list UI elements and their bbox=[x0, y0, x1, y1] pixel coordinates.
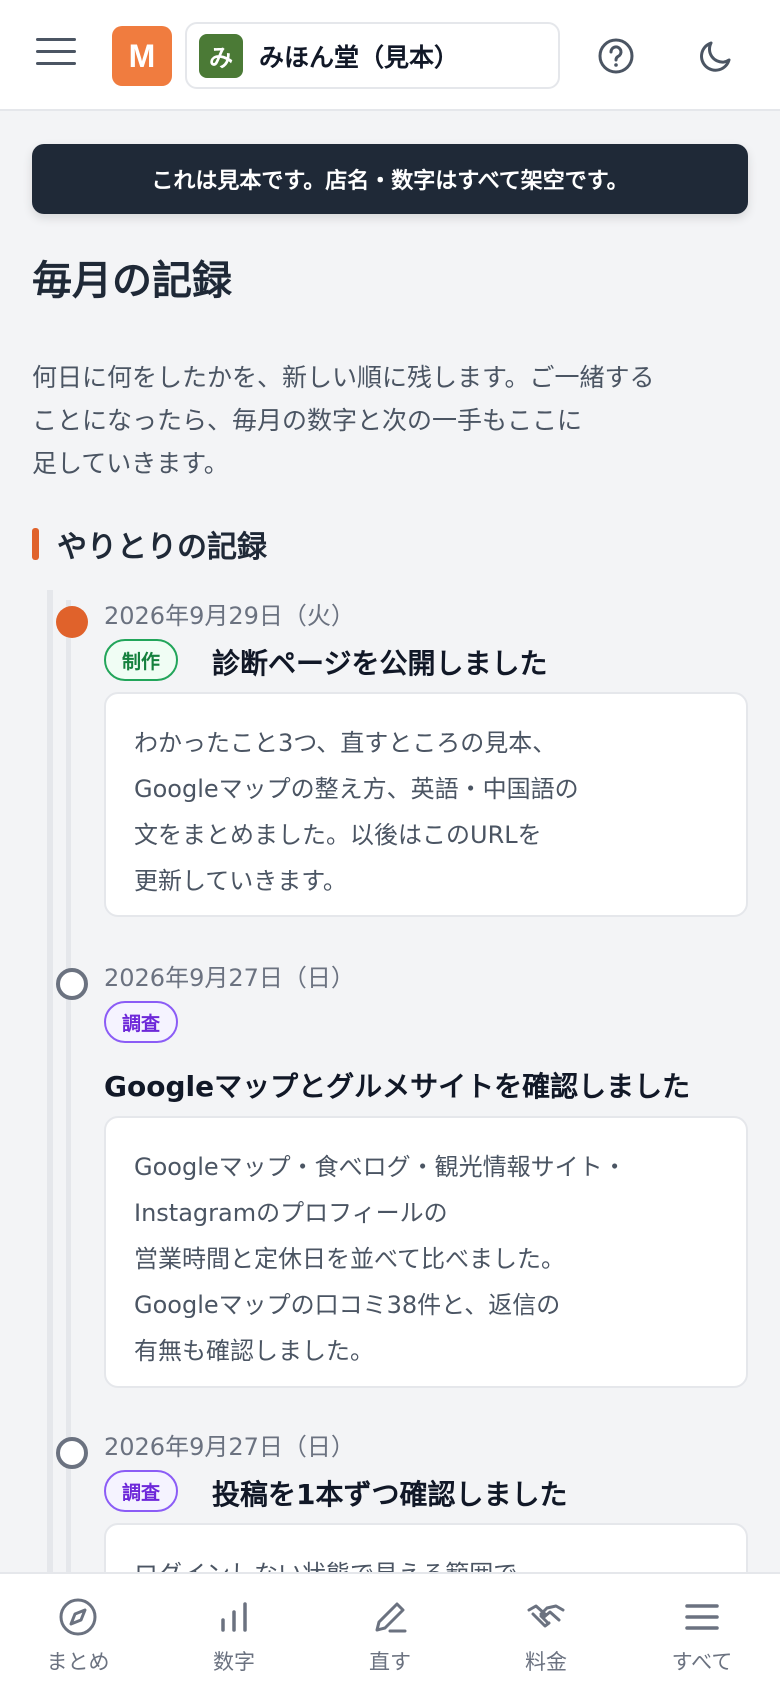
nav-all[interactable]: すべて bbox=[624, 1574, 780, 1688]
nav-label: 直す bbox=[369, 1650, 411, 1674]
nav-label: 数字 bbox=[213, 1650, 255, 1674]
shop-icon: み bbox=[199, 33, 243, 78]
entry-tag: 調査 bbox=[104, 1001, 179, 1043]
handshake-icon bbox=[527, 1604, 565, 1628]
section-heading: やりとりの記録 bbox=[32, 526, 267, 565]
intro-line: ことになったら、毎月の数字と次の一手もここに bbox=[32, 406, 583, 435]
bottom-navigation: まとめ 数字 直す 料金 すべて bbox=[0, 1572, 780, 1688]
help-icon[interactable] bbox=[594, 34, 638, 78]
nav-pricing[interactable]: 料金 bbox=[468, 1574, 624, 1688]
sample-notice-banner: これは見本です。店名・数字はすべて架空です。 bbox=[32, 144, 748, 214]
top-header: M み みほん堂（見本） bbox=[0, 0, 780, 111]
page-title: 毎月の記録 bbox=[32, 258, 232, 304]
intro-line: 何日に何をしたかを、新しい順に残します。ご一緒する bbox=[32, 363, 655, 392]
entry-body-line: 営業時間と定休日を並べて比べました。 bbox=[134, 1245, 566, 1273]
entry-date: 2026年9月29日（火） bbox=[104, 602, 355, 630]
entry-title: 診断ページを公開しました bbox=[212, 647, 548, 680]
entry-body-line: Googleマップの整え方、英語・中国語の bbox=[134, 775, 579, 803]
section-accent-bar bbox=[32, 528, 39, 560]
pen-icon bbox=[375, 1602, 407, 1633]
entry-title: Googleマップとグルメサイトを確認しました bbox=[104, 1070, 691, 1103]
entry-tag: 制作 bbox=[104, 639, 179, 681]
entry-date: 2026年9月27日（日） bbox=[104, 1433, 355, 1461]
timeline-dot bbox=[56, 968, 88, 1000]
timeline-track bbox=[47, 590, 53, 1590]
timeline-dot-current bbox=[56, 606, 88, 638]
nav-label: まとめ bbox=[46, 1650, 110, 1674]
entry-body-line: 文をまとめました。以後はこのURLを bbox=[134, 821, 542, 849]
section-title: やりとりの記録 bbox=[57, 530, 267, 565]
nav-numbers[interactable]: 数字 bbox=[156, 1574, 312, 1688]
hamburger-menu-button[interactable] bbox=[36, 38, 76, 72]
nav-label: すべて bbox=[671, 1650, 733, 1674]
nav-label: 料金 bbox=[525, 1650, 567, 1674]
shop-selector[interactable]: み みほん堂（見本） bbox=[185, 22, 560, 89]
entry-title: 投稿を1本ずつ確認しました bbox=[212, 1478, 568, 1511]
menu-icon bbox=[685, 1604, 719, 1630]
bar-chart-icon bbox=[221, 1602, 247, 1632]
nav-summary[interactable]: まとめ bbox=[0, 1574, 156, 1688]
compass-icon bbox=[59, 1598, 97, 1636]
intro-line: 足していきます。 bbox=[32, 449, 229, 478]
dark-mode-moon-icon[interactable] bbox=[694, 34, 738, 78]
entry-body-line: Googleマップの口コミ38件と、返信の bbox=[134, 1291, 561, 1319]
shop-name: みほん堂（見本） bbox=[259, 42, 460, 72]
intro-text: 何日に何をしたかを、新しい順に残します。ご一緒する ことになったら、毎月の数字と… bbox=[32, 356, 732, 485]
entry-card: わかったこと3つ、直すところの見本、 Googleマップの整え方、英語・中国語の… bbox=[104, 692, 748, 917]
nav-fix[interactable]: 直す bbox=[312, 1574, 468, 1688]
entry-date: 2026年9月27日（日） bbox=[104, 964, 355, 992]
entry-body-line: Instagramのプロフィールの bbox=[134, 1199, 448, 1227]
timeline-dot bbox=[56, 1437, 88, 1469]
entry-body-line: わかったこと3つ、直すところの見本、 bbox=[134, 729, 557, 757]
account-avatar[interactable]: M bbox=[112, 26, 172, 86]
entry-body-line: 有無も確認しました。 bbox=[134, 1337, 374, 1365]
entry-card: Googleマップ・食べログ・観光情報サイト・ Instagramのプロフィール… bbox=[104, 1116, 748, 1388]
entry-body-line: Googleマップ・食べログ・観光情報サイト・ bbox=[134, 1153, 627, 1181]
entry-body-line: 更新していきます。 bbox=[134, 867, 347, 895]
entry-tag: 調査 bbox=[104, 1470, 179, 1512]
